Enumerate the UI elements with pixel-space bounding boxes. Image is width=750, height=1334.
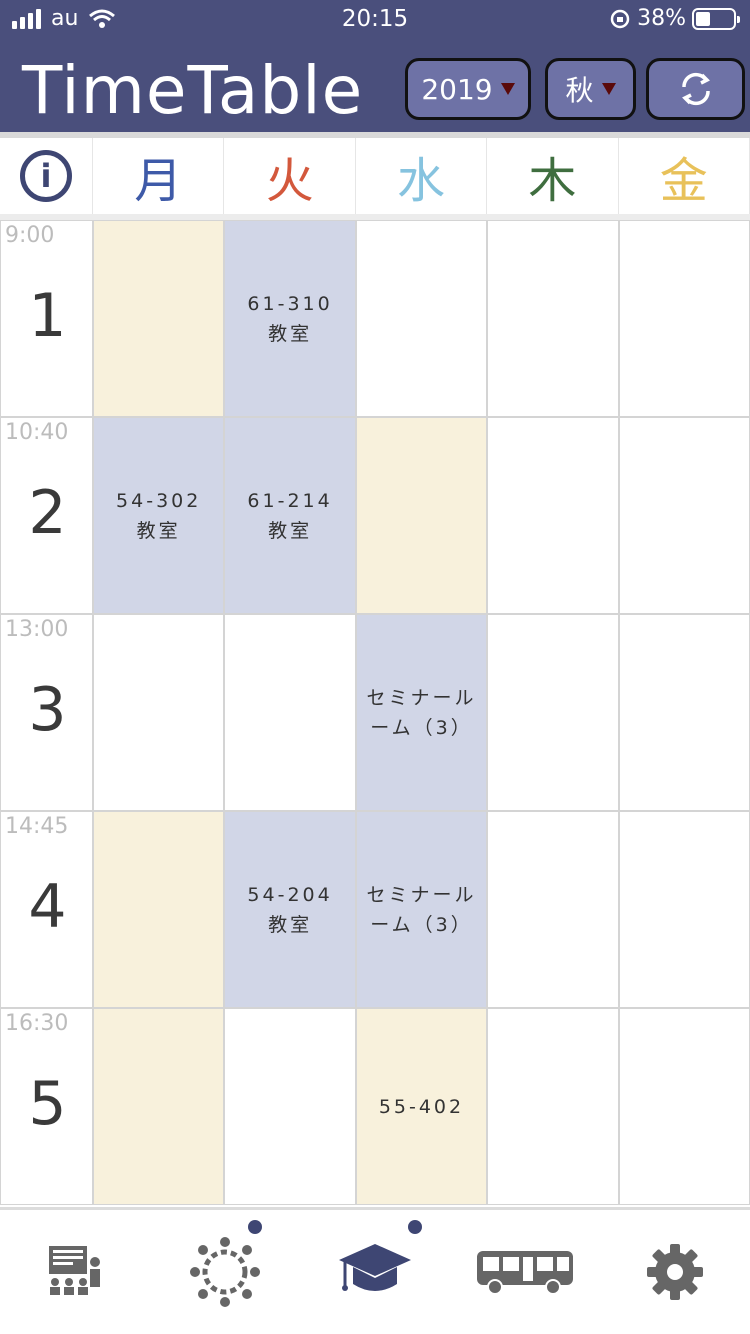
year-value: 2019 [421, 72, 493, 106]
period-row: 16:30 5 55-402 [0, 1008, 750, 1205]
refresh-icon [681, 72, 710, 106]
tab-courses[interactable] [300, 1210, 450, 1334]
refresh-button[interactable] [646, 58, 745, 120]
period-label: 9:00 1 [0, 220, 93, 417]
class-slot[interactable] [618, 1008, 750, 1205]
period-number: 1 [28, 281, 67, 351]
status-bar: au 20:15 38% [0, 0, 750, 40]
day-wednesday: 水 [356, 138, 488, 214]
day-friday: 金 [619, 138, 750, 214]
info-icon: i [20, 150, 72, 202]
period-start-time: 16:30 [5, 1011, 69, 1036]
class-slot[interactable] [487, 417, 619, 614]
term-value: 秋 [565, 74, 594, 107]
info-button[interactable]: i [0, 138, 93, 214]
day-header-row: i 月 火 水 木 金 [0, 132, 750, 220]
class-slot[interactable]: 61-310 教室 [224, 220, 356, 417]
class-slot[interactable] [487, 220, 619, 417]
class-slot[interactable] [355, 220, 488, 417]
period-row: 10:40 2 54-302 教室 61-214 教室 [0, 417, 750, 614]
orientation-lock-icon [610, 9, 630, 28]
period-number: 4 [28, 872, 67, 942]
tab-lectures[interactable] [0, 1210, 150, 1334]
class-slot[interactable] [355, 417, 488, 614]
period-label: 13:00 3 [0, 614, 93, 811]
period-row: 9:00 1 61-310 教室 [0, 220, 750, 417]
bus-icon [477, 1251, 573, 1295]
notification-dot [248, 1220, 262, 1234]
period-label: 16:30 5 [0, 1008, 93, 1205]
day-monday: 月 [93, 138, 225, 214]
tab-settings[interactable] [600, 1210, 750, 1334]
timetable-grid: 9:00 1 61-310 教室 10:40 2 54-302 教室 61-214 教… [0, 220, 750, 1205]
period-start-time: 10:40 [5, 420, 69, 445]
class-slot[interactable] [93, 614, 225, 811]
class-slot[interactable] [618, 417, 750, 614]
dropdown-caret-icon [500, 83, 515, 95]
class-slot[interactable]: 61-214 教室 [224, 417, 356, 614]
lecture-icon [49, 1246, 100, 1295]
battery-percent: 38% [637, 6, 686, 31]
battery-icon [692, 7, 740, 30]
class-slot[interactable] [224, 614, 356, 811]
period-number: 3 [28, 675, 67, 745]
period-row: 14:45 4 54-204 教室 セミナール ーム（3） [0, 811, 750, 1008]
class-room-label: 61-214 教室 [247, 489, 333, 542]
class-slot[interactable] [487, 614, 619, 811]
tab-community[interactable] [150, 1210, 300, 1334]
period-start-time: 9:00 [5, 223, 55, 248]
period-start-time: 14:45 [5, 814, 69, 839]
class-slot[interactable]: セミナール ーム（3） [355, 614, 488, 811]
class-slot[interactable] [487, 811, 619, 1008]
period-number: 5 [28, 1069, 67, 1139]
class-room-label: 54-302 教室 [116, 489, 202, 542]
class-slot[interactable] [93, 220, 225, 417]
class-slot[interactable] [487, 1008, 619, 1205]
community-icon [190, 1237, 260, 1307]
class-slot[interactable]: 54-204 教室 [224, 811, 356, 1008]
day-tuesday: 火 [224, 138, 356, 214]
class-slot[interactable]: 55-402 [355, 1008, 488, 1205]
period-start-time: 13:00 [5, 617, 69, 642]
class-slot[interactable] [618, 811, 750, 1008]
class-room-label: セミナール ーム（3） [366, 883, 477, 936]
tab-bus[interactable] [450, 1210, 600, 1334]
dropdown-caret-icon [601, 83, 616, 95]
class-slot[interactable] [93, 811, 225, 1008]
period-label: 14:45 4 [0, 811, 93, 1008]
bottom-tab-bar [0, 1207, 750, 1334]
class-slot[interactable]: セミナール ーム（3） [355, 811, 488, 1008]
period-label: 10:40 2 [0, 417, 93, 614]
gear-icon [647, 1244, 703, 1300]
class-room-label: 55-402 [378, 1095, 465, 1118]
term-selector[interactable]: 秋 [545, 58, 636, 120]
class-slot[interactable] [224, 1008, 356, 1205]
app-title: TimeTable [22, 52, 364, 129]
period-number: 2 [28, 478, 67, 548]
class-room-label: 54-204 教室 [247, 883, 333, 936]
class-room-label: セミナール ーム（3） [366, 686, 477, 739]
app-header: au 20:15 38% TimeTable 2019 秋 [0, 0, 750, 132]
period-row: 13:00 3 セミナール ーム（3） [0, 614, 750, 811]
class-slot[interactable]: 54-302 教室 [93, 417, 225, 614]
class-slot[interactable] [618, 614, 750, 811]
class-room-label: 61-310 教室 [247, 292, 333, 345]
class-slot[interactable] [618, 220, 750, 417]
day-thursday: 木 [487, 138, 619, 214]
notification-dot [408, 1220, 422, 1234]
class-slot[interactable] [93, 1008, 225, 1205]
graduation-cap-icon [339, 1244, 411, 1291]
year-selector[interactable]: 2019 [405, 58, 531, 120]
